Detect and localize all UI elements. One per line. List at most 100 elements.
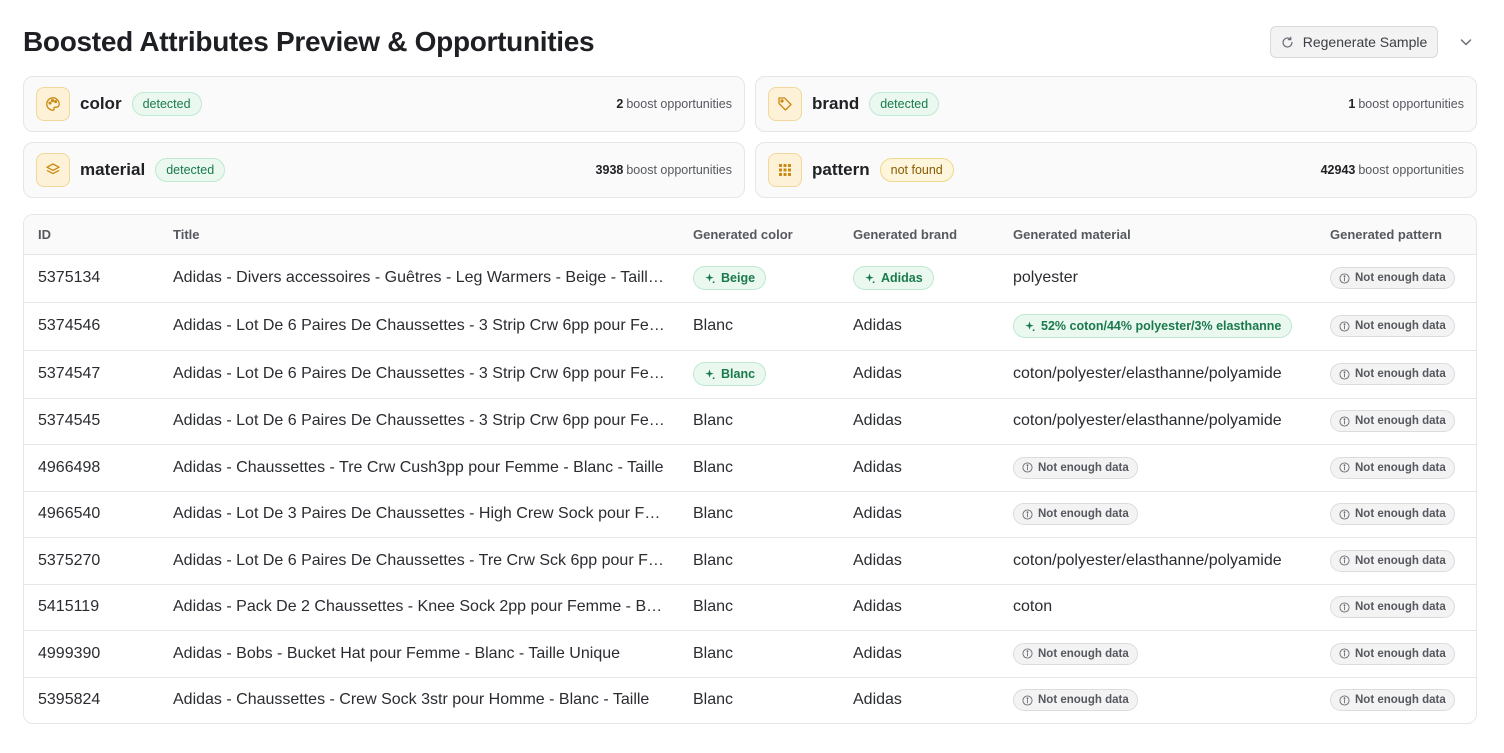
attribute-name: pattern: [812, 160, 870, 179]
tag-icon: [768, 87, 802, 121]
not-enough-data-badge: Not enough data: [1330, 642, 1455, 665]
not-enough-data-badge: Not enough data: [1330, 315, 1455, 337]
attribute-name: material: [80, 160, 146, 179]
table-row[interactable]: 5375134 Adidas - Divers accessoires - Guê…: [24, 254, 1476, 303]
cell-value: Blanc: [693, 691, 734, 709]
cell-brand: Adidas: [839, 491, 999, 538]
cell-value: Blanc: [693, 505, 734, 522]
column-header: Generated material: [999, 215, 1316, 255]
not-enough-data-badge: Not enough data: [1330, 456, 1455, 479]
info-icon: [1022, 462, 1033, 473]
cell-title: Adidas - Lot De 6 Paires De Chaussettes …: [159, 350, 679, 399]
cell-brand: Adidas: [839, 537, 999, 585]
refresh-icon: [1282, 36, 1293, 48]
cell-color: Blanc: [679, 350, 839, 399]
table-row[interactable]: 4966540 Adidas - Lot De 3 Paires De Chaus…: [24, 491, 1476, 538]
cell-color: Blanc: [679, 537, 839, 585]
cell-title: Adidas - Chaussettes - Tre Crw Cush3pp p…: [159, 444, 679, 492]
attribute-cards: color detected 2 boost opportunities brand de…: [23, 76, 1477, 198]
cell-pattern: Not enough data: [1316, 444, 1476, 492]
not-enough-data-badge: Not enough data: [1013, 689, 1138, 712]
table-row[interactable]: 5374546 Adidas - Lot De 6 Paires De Chaus…: [24, 302, 1476, 351]
column-header: ID: [24, 215, 159, 255]
table-row[interactable]: 5374545 Adidas - Lot De 6 Paires De Chaus…: [24, 398, 1476, 445]
regenerate-sample-label: Regenerate Sample: [1302, 34, 1428, 50]
boost-label: boost opportunities: [1358, 97, 1464, 111]
info-icon: [1022, 695, 1033, 706]
cell-brand: Adidas: [839, 584, 999, 631]
cell-value: coton/polyester/elasthanne/polyamide: [1013, 365, 1282, 382]
cell-pattern: Not enough data: [1316, 630, 1476, 678]
column-header: Generated brand: [839, 215, 999, 255]
sparkle-icon: [705, 272, 715, 283]
cell-pattern: Not enough data: [1316, 302, 1476, 351]
sparkle-icon: [865, 272, 875, 283]
table-row[interactable]: 5375270 Adidas - Lot De 6 Paires De Chaus…: [24, 537, 1476, 585]
info-icon: [1339, 462, 1350, 473]
table-row[interactable]: 5415119 Adidas - Pack De 2 Chaussettes - …: [24, 584, 1476, 631]
boost-count: 42943: [1320, 163, 1356, 177]
cell-color: Blanc: [679, 584, 839, 631]
cell-brand: Adidas: [839, 444, 999, 492]
attribute-name: brand: [812, 94, 860, 113]
column-header: Generated pattern: [1316, 215, 1476, 255]
cell-material: coton/polyester/elasthanne/polyamide: [999, 398, 1316, 445]
cell-brand: Adidas: [839, 254, 999, 303]
cell-id: 5374546: [24, 302, 159, 351]
cell-material: Not enough data: [999, 677, 1316, 723]
cell-id: 5395824: [38, 691, 101, 709]
collapse-toggle[interactable]: [1452, 28, 1480, 56]
info-icon: [1339, 368, 1350, 380]
cell-title: Adidas - Chaussettes - Crew Sock 3str po…: [173, 691, 650, 709]
info-icon: [1339, 272, 1350, 284]
table-row[interactable]: 5395824 Adidas - Chaussettes - Crew Sock …: [24, 677, 1476, 723]
cell-pattern: Not enough data: [1316, 537, 1476, 585]
info-icon: [1339, 601, 1350, 613]
table-row[interactable]: 4966498 Adidas - Chaussettes - Tre Crw Cu…: [24, 444, 1476, 492]
boost-opportunities: 3938 boost opportunities: [596, 143, 732, 197]
cell-value: Blanc: [693, 317, 734, 334]
cell-material: coton: [999, 584, 1316, 631]
info-icon: [1339, 415, 1350, 427]
cell-value: Adidas: [853, 317, 902, 334]
cell-color: Blanc: [679, 491, 839, 538]
generated-value-badge: Adidas: [853, 266, 934, 290]
cell-value: Adidas: [853, 505, 902, 522]
table-row[interactable]: 4999390 Adidas - Bobs - Bucket Hat pour F…: [24, 630, 1476, 678]
cell-id: 4966498: [24, 444, 159, 492]
cell-color: Blanc: [679, 630, 839, 678]
generated-value-badge: 52% coton/44% polyester/3% elasthanne: [1013, 314, 1293, 338]
attribute-card-color: color detected 2 boost opportunities: [23, 76, 745, 132]
table-header-row: ID Title Generated color Generated brand Gen…: [24, 215, 1476, 255]
chevron-down-icon: [1460, 39, 1472, 46]
cell-id: 5415119: [24, 584, 159, 631]
cell-brand: Adidas: [839, 677, 999, 723]
cell-value: Adidas: [853, 598, 902, 615]
column-header: Generated color: [679, 215, 839, 255]
cell-id: 5374545: [24, 398, 159, 445]
boost-count: 1: [1348, 97, 1356, 111]
sparkle-icon: [1025, 320, 1035, 331]
cell-material: 52% coton/44% polyester/3% elasthanne: [999, 302, 1316, 351]
cell-id: 5374547: [24, 350, 159, 399]
cell-value: Adidas: [853, 691, 902, 709]
cell-title: Adidas - Divers accessoires - Guêtres - …: [159, 254, 679, 303]
status-badge: detected: [155, 158, 226, 182]
cell-pattern: Not enough data: [1316, 584, 1476, 631]
page-header: Boosted Attributes Preview & Opportuniti…: [23, 24, 1480, 60]
table-row[interactable]: 5374547 Adidas - Lot De 6 Paires De Chaus…: [24, 350, 1476, 399]
cell-material: coton/polyester/elasthanne/polyamide: [999, 537, 1316, 585]
cell-brand: Adidas: [839, 302, 999, 351]
boost-opportunities: 42943 boost opportunities: [1321, 143, 1464, 197]
cell-title: Adidas - Lot De 6 Paires De Chaussettes …: [159, 537, 679, 585]
sparkle-icon: [705, 368, 715, 379]
cell-value: Blanc: [693, 551, 734, 569]
not-enough-data-badge: Not enough data: [1013, 642, 1138, 665]
cell-color: Blanc: [679, 677, 839, 723]
cell-material: polyester: [999, 254, 1316, 303]
regenerate-sample-button[interactable]: Regenerate Sample: [1270, 26, 1438, 58]
not-enough-data-badge: Not enough data: [1330, 689, 1455, 712]
cell-color: Beige: [679, 254, 839, 303]
cell-title: Adidas - Pack De 2 Chaussettes - Knee So…: [159, 584, 679, 631]
cell-color: Blanc: [679, 444, 839, 492]
